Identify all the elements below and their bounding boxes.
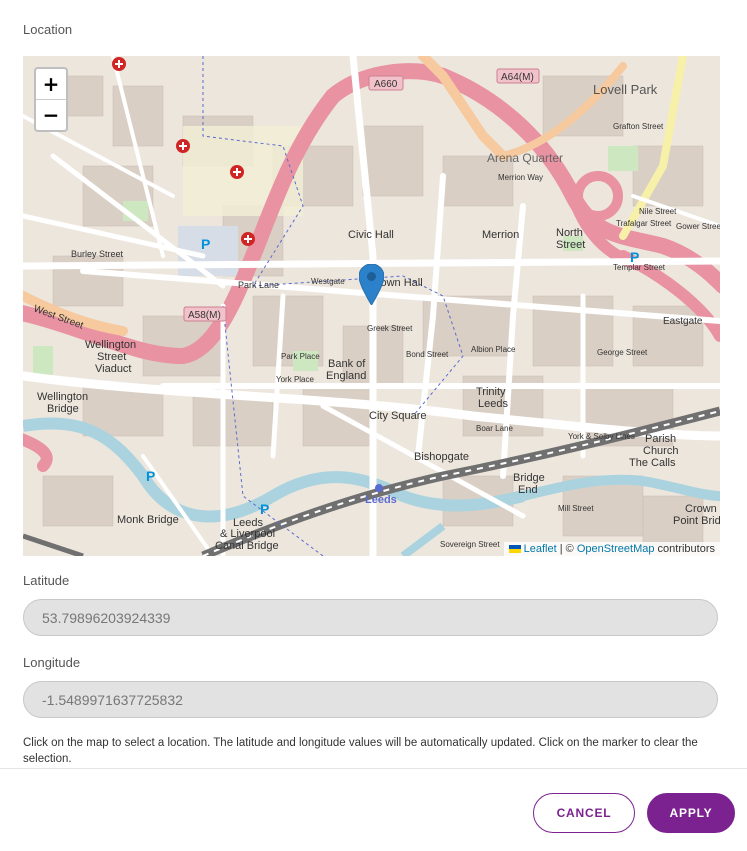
map-view[interactable]: PP PP A660 A64(M) A58(M) Lovell Park Are… (23, 56, 720, 556)
svg-text:Sovereign Street: Sovereign Street (440, 540, 500, 549)
location-marker-icon[interactable] (359, 264, 384, 305)
svg-text:Grafton Street: Grafton Street (613, 122, 664, 131)
svg-text:York Place: York Place (276, 375, 315, 384)
svg-text:City Square: City Square (369, 410, 426, 422)
svg-text:Bridge: Bridge (513, 472, 545, 484)
svg-text:P: P (260, 501, 269, 517)
svg-text:Lovell Park: Lovell Park (593, 82, 658, 97)
svg-text:Point Bridge: Point Bridge (673, 515, 720, 527)
svg-text:Bishopgate: Bishopgate (414, 451, 469, 463)
attribution-separator: | © (556, 543, 577, 555)
svg-text:Wellington: Wellington (85, 339, 136, 351)
ukraine-flag-icon (508, 545, 521, 554)
svg-text:Civic Hall: Civic Hall (348, 229, 394, 241)
svg-text:Gower Street: Gower Street (676, 222, 720, 231)
svg-text:George Street: George Street (597, 348, 648, 357)
svg-text:A58(M): A58(M) (188, 310, 221, 321)
svg-text:York & Selby Lines: York & Selby Lines (568, 432, 635, 441)
zoom-control: + − (34, 67, 68, 132)
zoom-out-button[interactable]: − (36, 99, 66, 130)
svg-text:Parish: Parish (645, 433, 676, 445)
svg-text:Merrion: Merrion (482, 229, 519, 241)
svg-text:Park Lane: Park Lane (238, 280, 279, 290)
svg-text:P: P (146, 468, 155, 484)
footer-divider (0, 768, 747, 769)
latitude-field[interactable] (23, 599, 718, 636)
svg-text:Trafalgar Street: Trafalgar Street (616, 219, 672, 228)
map-attribution: Leaflet | © OpenStreetMap contributors (503, 542, 720, 556)
svg-text:Street: Street (97, 351, 126, 363)
svg-text:Bank of: Bank of (328, 358, 366, 370)
svg-text:Arena Quarter: Arena Quarter (487, 151, 563, 165)
svg-text:The Calls: The Calls (629, 457, 676, 469)
svg-text:Albion Place: Albion Place (471, 345, 516, 354)
svg-text:Burley Street: Burley Street (71, 249, 124, 259)
svg-text:Church: Church (643, 445, 678, 457)
svg-text:End: End (518, 484, 538, 496)
svg-text:Monk Bridge: Monk Bridge (117, 514, 179, 526)
help-text: Click on the map to select a location. T… (23, 737, 698, 765)
svg-text:Bond Street: Bond Street (406, 350, 449, 359)
svg-text:Trinity: Trinity (476, 386, 506, 398)
svg-text:A660: A660 (374, 79, 398, 90)
svg-text:Leeds: Leeds (365, 494, 397, 506)
svg-text:Nile Street: Nile Street (639, 207, 677, 216)
latitude-input[interactable] (24, 600, 717, 635)
svg-text:Park Place: Park Place (281, 352, 320, 361)
svg-text:England: England (326, 370, 366, 382)
svg-text:North: North (556, 227, 583, 239)
apply-button[interactable]: APPLY (647, 793, 735, 833)
svg-text:Westgate: Westgate (311, 277, 345, 286)
svg-text:A64(M): A64(M) (501, 72, 534, 83)
svg-text:Wellington: Wellington (37, 391, 88, 403)
svg-text:& Liverpool: & Liverpool (220, 528, 275, 540)
cancel-button[interactable]: CANCEL (533, 793, 635, 833)
latitude-label: Latitude (23, 573, 70, 588)
attribution-tail: contributors (654, 543, 715, 555)
svg-text:P: P (201, 236, 210, 252)
svg-text:Bridge: Bridge (47, 403, 79, 415)
svg-text:Greek Street: Greek Street (367, 324, 413, 333)
svg-text:Merrion Way: Merrion Way (498, 173, 543, 182)
longitude-input[interactable] (24, 682, 717, 717)
map-tiles[interactable]: PP PP A660 A64(M) A58(M) Lovell Park Are… (23, 56, 720, 556)
svg-text:Mill Street: Mill Street (558, 504, 594, 513)
location-label: Location (23, 22, 73, 37)
svg-text:Leeds: Leeds (478, 398, 508, 410)
leaflet-link[interactable]: Leaflet (524, 543, 557, 555)
svg-text:Canal Bridge: Canal Bridge (215, 540, 279, 552)
svg-text:Templar Street: Templar Street (613, 263, 666, 272)
svg-text:Viaduct: Viaduct (95, 363, 132, 375)
openstreetmap-link[interactable]: OpenStreetMap (577, 543, 655, 555)
svg-text:Boar Lane: Boar Lane (476, 424, 513, 433)
longitude-field[interactable] (23, 681, 718, 718)
svg-text:Street: Street (556, 239, 585, 251)
zoom-in-button[interactable]: + (36, 69, 66, 99)
longitude-label: Longitude (23, 655, 81, 670)
svg-text:Crown: Crown (685, 503, 717, 515)
svg-text:Eastgate: Eastgate (663, 316, 703, 327)
